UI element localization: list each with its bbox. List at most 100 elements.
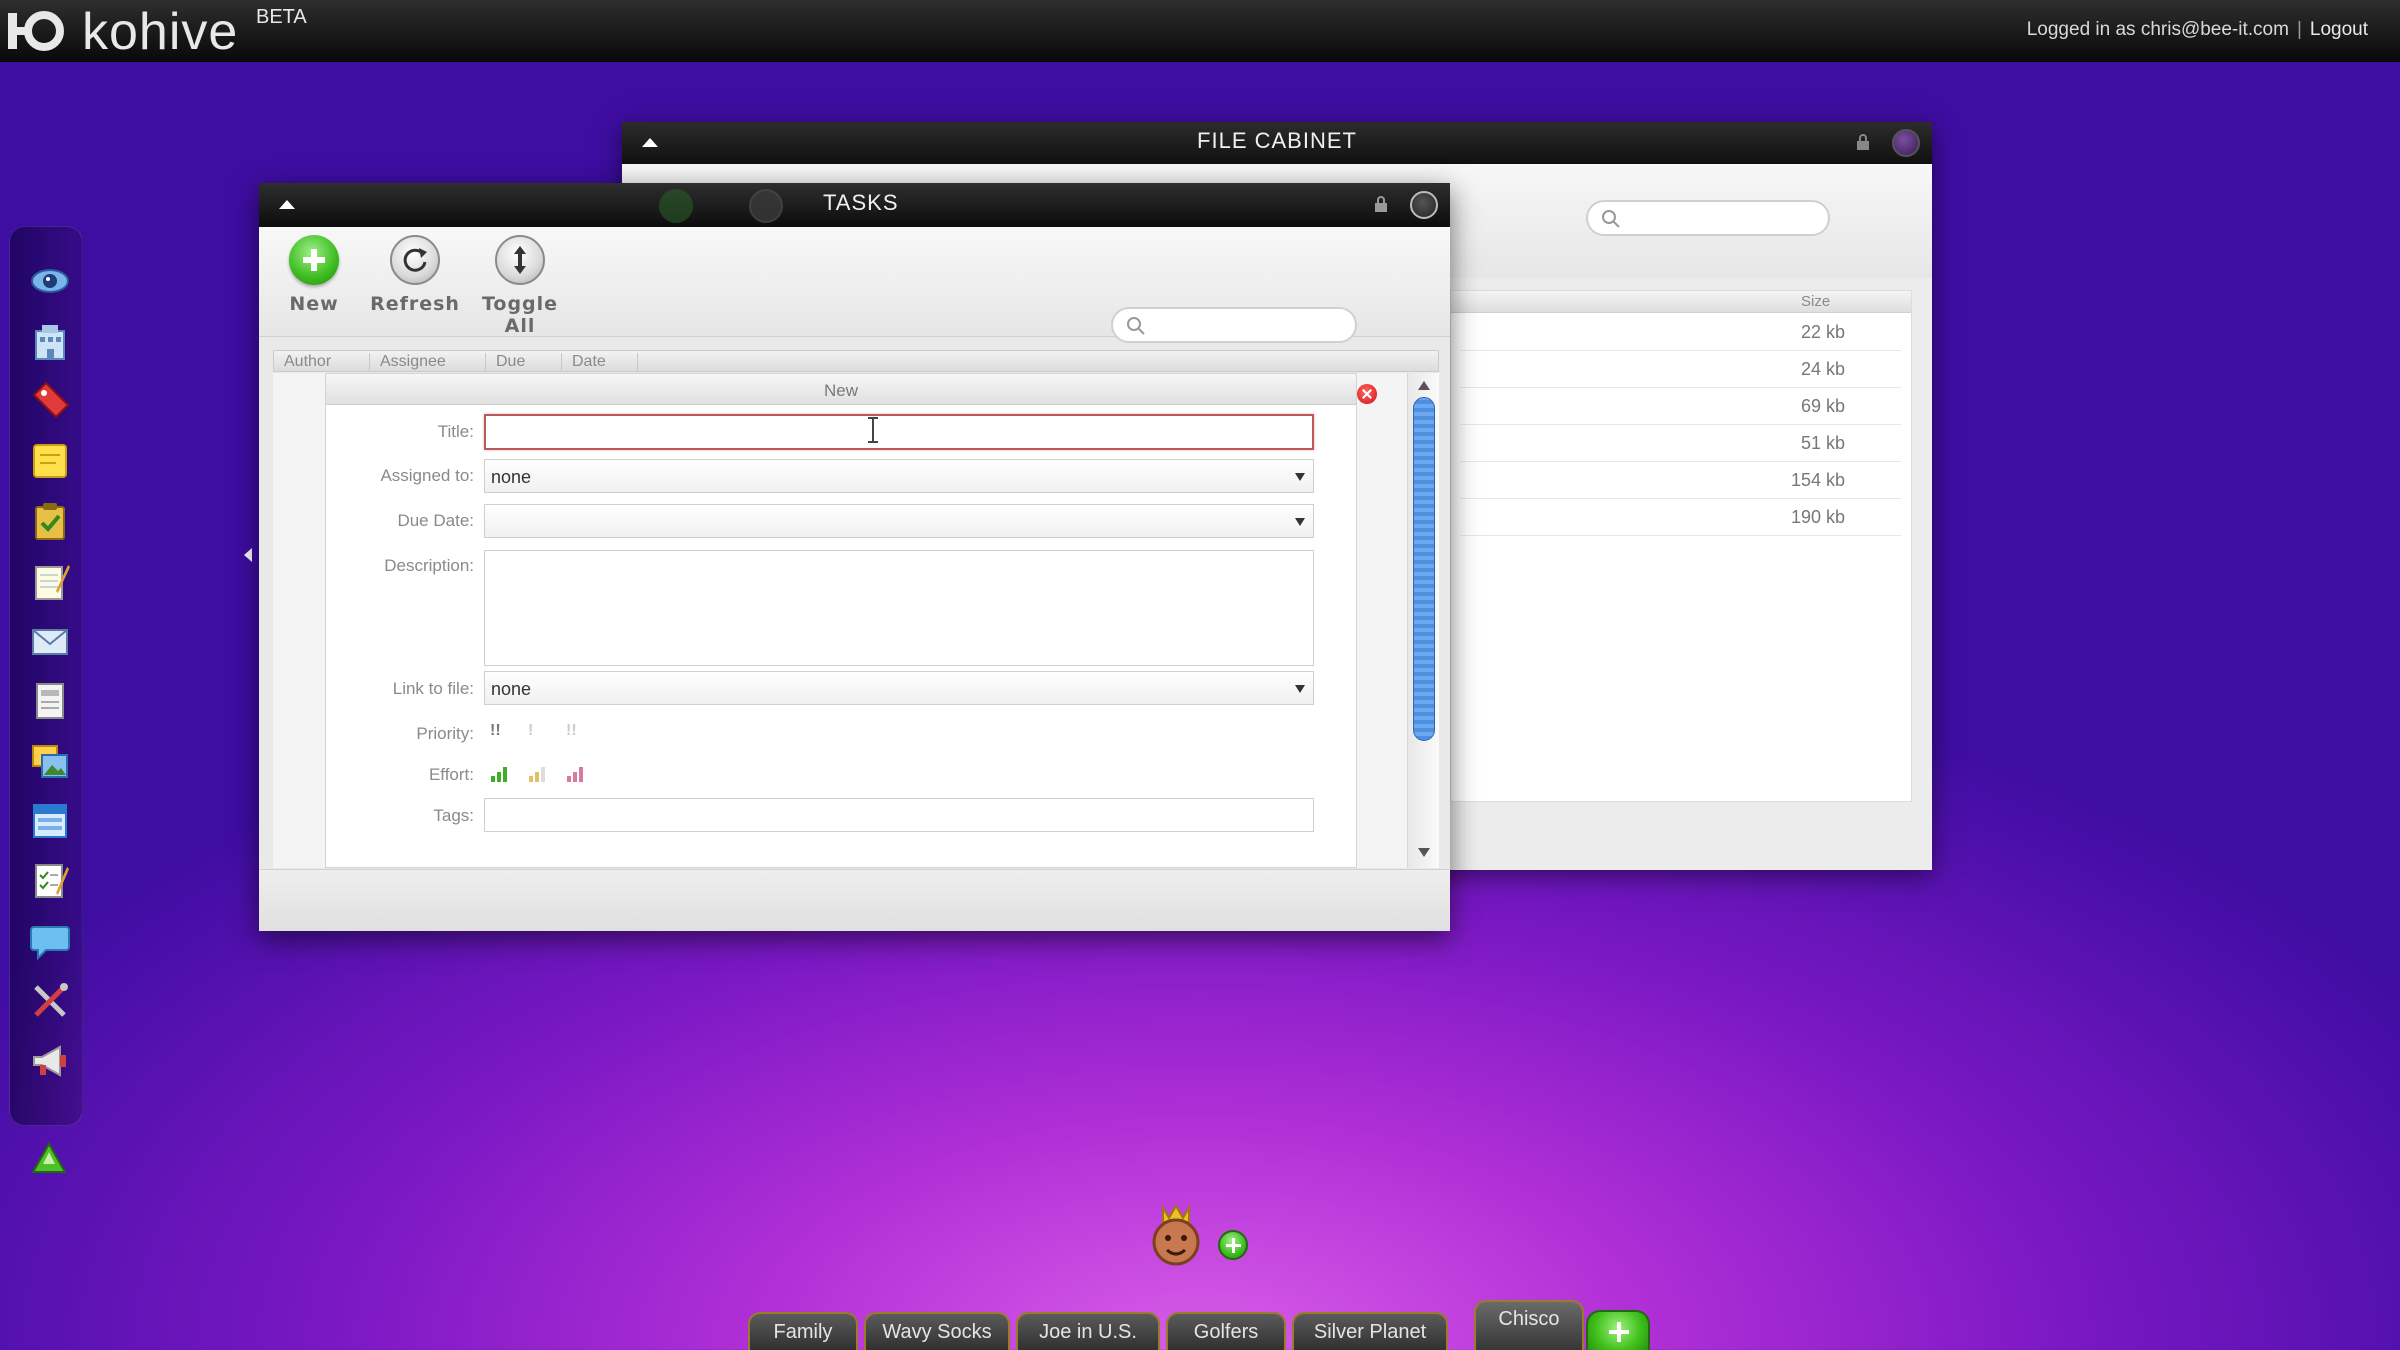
file-size: 190 kb	[1790, 507, 1845, 527]
dock-collapse-arrow-icon[interactable]	[244, 548, 252, 562]
file-row[interactable]: 24 kb	[1461, 351, 1901, 388]
size-column-label: Size	[1801, 293, 1831, 310]
description-textarea[interactable]	[484, 550, 1314, 666]
file-cabinet-title: FILE CABINET	[1197, 128, 1357, 153]
hive-tab-family[interactable]: Family	[748, 1312, 858, 1350]
mail-icon[interactable]	[30, 621, 70, 661]
title-input[interactable]	[484, 414, 1314, 450]
scroll-thumb[interactable]	[1413, 397, 1435, 741]
tags-input[interactable]	[484, 798, 1314, 832]
hive-tab-golfers[interactable]: Golfers	[1166, 1312, 1286, 1350]
chevron-down-icon	[1295, 685, 1305, 693]
logout-link[interactable]: Logout	[2310, 19, 2368, 40]
tasks-search-field[interactable]	[1111, 307, 1357, 343]
tasks-window: TASKS New Refresh Toggle All Author Assi…	[259, 183, 1450, 931]
toggle-all-button[interactable]: Toggle All	[465, 235, 575, 337]
priority-label: Priority:	[416, 724, 474, 743]
effort-medium-icon[interactable]	[528, 765, 546, 783]
tags-label: Tags:	[433, 806, 474, 825]
login-separator: |	[2296, 19, 2302, 40]
photos-icon[interactable]	[30, 741, 70, 781]
column-author[interactable]: Author	[274, 353, 370, 371]
clipboard-icon[interactable]	[30, 501, 70, 541]
lock-icon[interactable]	[1374, 196, 1388, 212]
size-column-header[interactable]: Size	[1451, 291, 1911, 313]
app-dock	[9, 226, 83, 1126]
plus-icon	[289, 235, 339, 285]
column-due[interactable]: Due	[486, 353, 562, 371]
chat-bubble-icon[interactable]	[30, 921, 70, 961]
app-name: kohive	[82, 3, 239, 61]
collapse-arrow-icon[interactable]	[279, 200, 295, 209]
vertical-scrollbar[interactable]	[1407, 373, 1439, 868]
checklist-icon[interactable]	[30, 861, 70, 901]
file-size: 24 kb	[1800, 359, 1845, 379]
file-row[interactable]: 22 kb	[1461, 314, 1901, 351]
effort-high-icon[interactable]	[566, 765, 584, 783]
chevron-down-icon	[1295, 473, 1305, 481]
file-row[interactable]: 190 kb	[1461, 499, 1901, 536]
window-icon[interactable]	[30, 801, 70, 841]
effort-label: Effort:	[428, 765, 474, 784]
kohive-logo-icon	[8, 11, 64, 51]
document-icon[interactable]	[30, 681, 70, 721]
ghost-refresh-icon	[749, 189, 783, 223]
tasks-search-input[interactable]	[1153, 313, 1343, 337]
chevron-down-icon	[1295, 518, 1305, 526]
file-list: Size 22 kb 24 kb 69 kb 51 kb 154 kb 190 …	[1450, 290, 1912, 802]
form-header-title: New	[823, 381, 858, 400]
new-task-form: New Title: Assigned to: none Due Date: D…	[325, 373, 1357, 868]
login-area: Logged in as chris@bee-it.com | Logout	[2027, 19, 2368, 41]
task-list-area: New Title: Assigned to: none Due Date: D…	[273, 373, 1413, 868]
due-date-select[interactable]	[484, 504, 1314, 538]
effort-low-icon[interactable]	[490, 765, 508, 783]
link-to-file-label: Link to file:	[392, 679, 474, 698]
scroll-up-arrow-icon[interactable]	[1418, 381, 1430, 390]
logged-in-text: Logged in as chris@bee-it.com	[2026, 19, 2289, 40]
tools-icon[interactable]	[30, 981, 70, 1021]
tasks-titlebar[interactable]: TASKS	[259, 183, 1450, 227]
file-row[interactable]: 51 kb	[1461, 425, 1901, 462]
lock-icon[interactable]	[1856, 134, 1870, 150]
megaphone-icon[interactable]	[30, 1041, 70, 1081]
new-task-button[interactable]: New	[259, 235, 369, 331]
building-icon[interactable]	[30, 321, 70, 361]
column-date[interactable]: Date	[562, 353, 638, 371]
add-person-button[interactable]	[1218, 1230, 1248, 1260]
file-cabinet-titlebar[interactable]: FILE CABINET	[622, 122, 1932, 164]
close-form-icon[interactable]	[1357, 384, 1377, 404]
task-column-header: Author Assignee Due Date	[273, 350, 1439, 372]
hive-tab-joe-in-us[interactable]: Joe in U.S.	[1016, 1312, 1160, 1350]
column-assignee[interactable]: Assignee	[370, 353, 486, 371]
user-avatar-icon[interactable]	[1147, 1204, 1205, 1268]
scroll-down-arrow-icon[interactable]	[1418, 848, 1430, 857]
close-icon[interactable]	[1892, 129, 1920, 157]
top-bar: kohive BETA Logged in as chris@bee-it.co…	[0, 0, 2400, 62]
link-to-file-select[interactable]: none	[484, 671, 1314, 705]
refresh-button[interactable]: Refresh	[360, 235, 470, 331]
file-row[interactable]: 69 kb	[1461, 388, 1901, 425]
file-cabinet-search-input[interactable]	[1586, 200, 1830, 236]
file-row[interactable]: 154 kb	[1461, 462, 1901, 499]
priority-medium-icon[interactable]: !	[528, 722, 546, 740]
priority-high-icon[interactable]: !!	[490, 722, 508, 740]
refresh-button-label: Refresh	[370, 293, 460, 315]
link-to-file-value: none	[491, 679, 532, 699]
hive-tab-wavy-socks[interactable]: Wavy Socks	[864, 1312, 1010, 1350]
tag-icon[interactable]	[30, 381, 70, 421]
hive-tab-chisco[interactable]: Chisco	[1474, 1300, 1584, 1350]
notepad-icon[interactable]	[30, 561, 70, 601]
tasks-footer	[259, 869, 1450, 931]
eye-icon[interactable]	[30, 261, 70, 301]
close-icon[interactable]	[1410, 191, 1438, 219]
assigned-to-label: Assigned to:	[380, 466, 474, 485]
up-triangle-icon[interactable]	[29, 1138, 69, 1178]
beta-badge: BETA	[256, 6, 307, 28]
priority-low-icon[interactable]: !!	[566, 722, 584, 740]
add-hive-button[interactable]	[1586, 1310, 1650, 1350]
file-size: 69 kb	[1800, 396, 1845, 416]
sticky-note-icon[interactable]	[30, 441, 70, 481]
hive-tab-silver-planet[interactable]: Silver Planet	[1292, 1312, 1448, 1350]
assigned-to-select[interactable]: none	[484, 459, 1314, 493]
file-size: 51 kb	[1800, 433, 1845, 453]
